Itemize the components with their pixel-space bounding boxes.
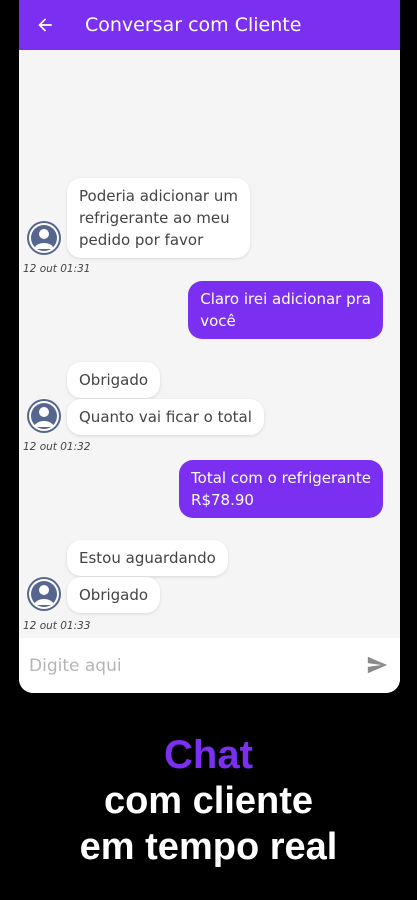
arrow-left-icon bbox=[38, 18, 52, 32]
customer-avatar bbox=[27, 221, 61, 255]
message-bubble-incoming: Poderia adicionar um refrigerante ao meu… bbox=[67, 178, 250, 258]
user-icon bbox=[29, 401, 59, 431]
message-timestamp: 12 out 01:33 bbox=[23, 620, 91, 632]
message-bubble-incoming: Quanto vai ficar o total bbox=[67, 399, 264, 435]
user-icon bbox=[29, 579, 59, 609]
send-icon bbox=[367, 656, 388, 674]
message-input[interactable] bbox=[27, 646, 351, 686]
message-bubble-outgoing: Claro irei adicionar pra você bbox=[188, 281, 383, 339]
message-timestamp: 12 out 01:31 bbox=[23, 263, 91, 275]
message-line: refrigerante ao meu bbox=[79, 209, 230, 227]
message-list[interactable]: Poderia adicionar um refrigerante ao meu… bbox=[19, 50, 400, 638]
phone-screen: Conversar com Cliente Poderia adicionar … bbox=[19, 0, 400, 693]
message-line: R$78.90 bbox=[191, 491, 254, 509]
promo-headline: Chat bbox=[164, 733, 253, 777]
customer-avatar bbox=[27, 399, 61, 433]
message-line: Total com o refrigerante bbox=[191, 469, 371, 487]
message-bubble-incoming: Obrigado bbox=[67, 577, 161, 613]
message-composer bbox=[19, 638, 400, 693]
message-line: Obrigado bbox=[79, 371, 149, 389]
promo-line: com cliente bbox=[103, 780, 314, 822]
back-button[interactable] bbox=[31, 11, 59, 39]
message-line: Estou aguardando bbox=[79, 549, 216, 567]
page-title: Conversar com Cliente bbox=[85, 14, 302, 36]
send-button[interactable] bbox=[364, 652, 390, 678]
user-icon bbox=[29, 223, 59, 253]
message-line: Quanto vai ficar o total bbox=[79, 408, 252, 426]
message-line: Obrigado bbox=[79, 586, 149, 604]
promo-line: em tempo real bbox=[79, 826, 338, 868]
promo-caption: Chat com cliente em tempo real bbox=[0, 732, 417, 870]
message-line: Poderia adicionar um bbox=[79, 187, 238, 205]
customer-avatar bbox=[27, 577, 61, 611]
message-line: você bbox=[200, 312, 236, 330]
message-timestamp: 12 out 01:32 bbox=[23, 441, 91, 453]
message-bubble-incoming: Estou aguardando bbox=[67, 540, 228, 576]
message-line: Claro irei adicionar pra bbox=[200, 290, 371, 308]
message-line: pedido por favor bbox=[79, 231, 204, 249]
message-bubble-incoming: Obrigado bbox=[67, 362, 161, 398]
message-bubble-outgoing: Total com o refrigerante R$78.90 bbox=[179, 460, 383, 518]
app-bar: Conversar com Cliente bbox=[19, 0, 400, 50]
